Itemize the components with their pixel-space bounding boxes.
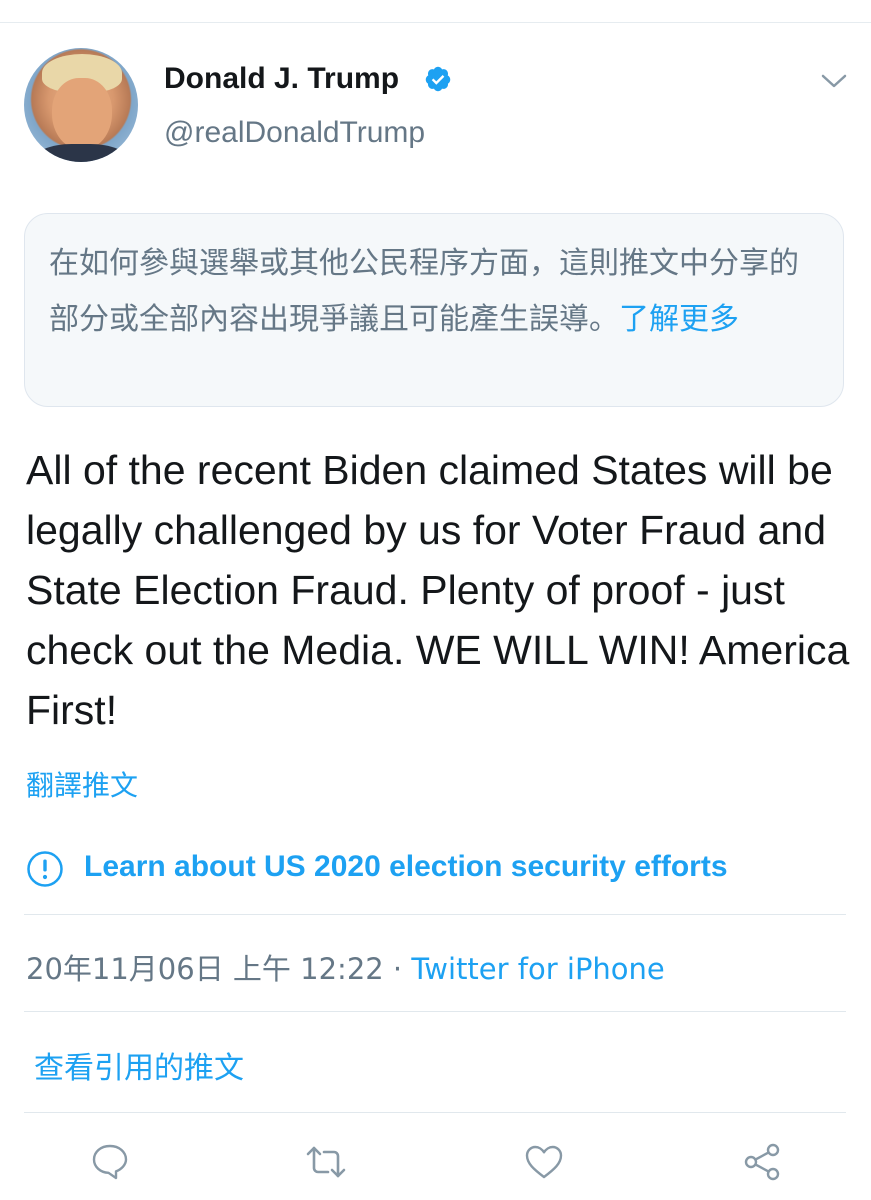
avatar-suit [34, 144, 128, 162]
info-icon[interactable] [26, 850, 64, 888]
election-security-link[interactable]: Learn about US 2020 election security ef… [84, 850, 728, 884]
share-icon[interactable] [740, 1140, 784, 1184]
avatar-face [52, 78, 112, 150]
tweet-meta: 20年11月06日 上午 12:22 · Twitter for iPhone [26, 946, 665, 988]
view-quoted-tweets-link[interactable]: 查看引用的推文 [34, 1043, 244, 1087]
author-handle[interactable]: @realDonaldTrump [164, 116, 425, 150]
tweet-text: All of the recent Biden claimed States w… [26, 447, 850, 733]
retweet-icon[interactable] [304, 1140, 348, 1184]
tweet-detail-page: Donald J. Trump @realDonaldTrump 在如何參與選舉… [0, 0, 871, 1200]
reply-icon[interactable] [88, 1140, 132, 1184]
verified-badge-icon [425, 66, 451, 92]
divider [24, 1112, 846, 1113]
learn-more-link[interactable]: 了解更多 [619, 302, 739, 337]
misleading-content-notice: 在如何參與選舉或其他公民程序方面，這則推文中分享的部分或全部內容出現爭議且可能產… [24, 213, 844, 407]
chevron-down-icon[interactable] [820, 70, 848, 92]
source-link[interactable]: Twitter for iPhone [411, 952, 664, 986]
top-divider [0, 22, 871, 23]
timestamp[interactable]: 20年11月06日 上午 12:22 [26, 952, 384, 986]
author-name[interactable]: Donald J. Trump [164, 62, 399, 96]
translate-tweet-link[interactable]: 翻譯推文 [26, 764, 138, 804]
like-icon[interactable] [522, 1140, 566, 1184]
meta-separator: · [383, 952, 412, 986]
divider [24, 914, 846, 915]
avatar[interactable] [24, 48, 138, 162]
divider [24, 1011, 846, 1012]
